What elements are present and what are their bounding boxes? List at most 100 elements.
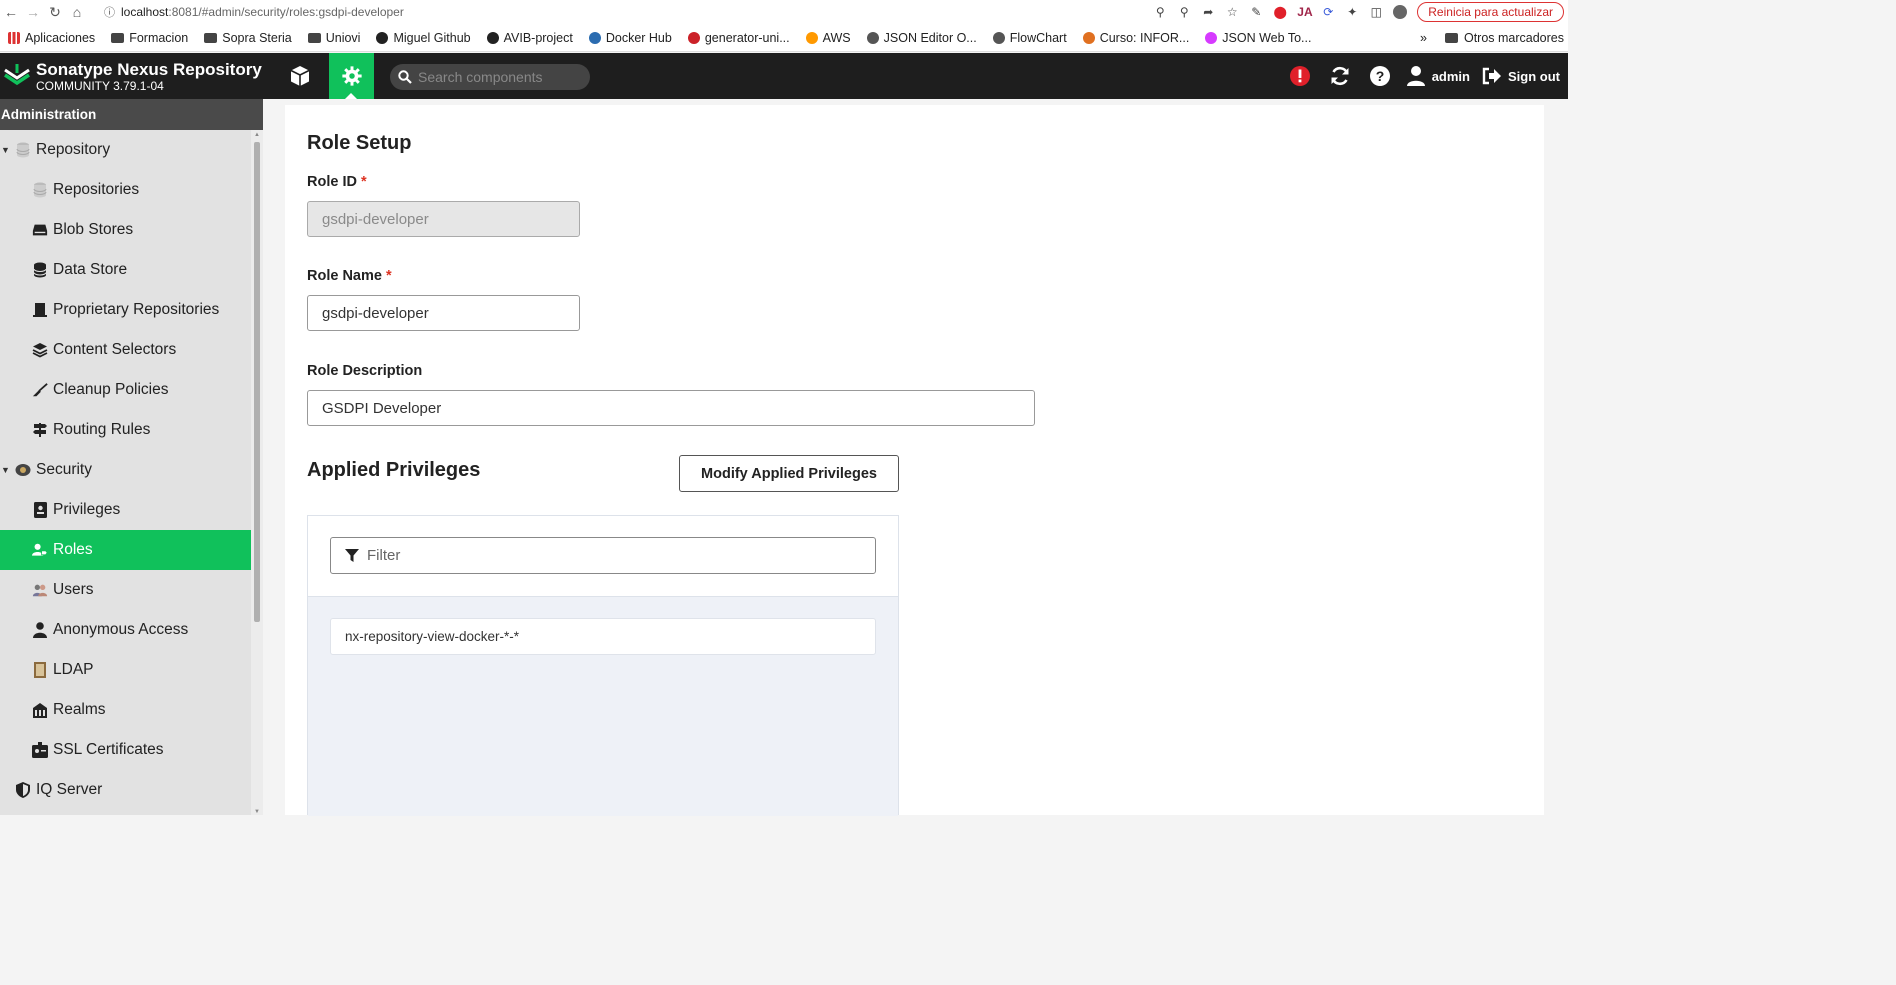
search-input[interactable] (418, 69, 588, 85)
caret-down-icon[interactable]: ▼ (1, 465, 11, 475)
bookmark-item[interactable]: AWS (798, 31, 859, 45)
sidebar-item-roles[interactable]: Roles (0, 530, 251, 570)
book-icon (32, 662, 48, 678)
sidebar-item-blob-stores[interactable]: Blob Stores (0, 210, 251, 250)
role-name-label: Role Name * (307, 268, 392, 284)
bookmark-label: Docker Hub (605, 30, 672, 45)
sidebar-item-cleanup-policies[interactable]: Cleanup Policies (0, 370, 251, 410)
sidebar-item-label: Blob Stores (53, 221, 134, 238)
bookmark-item[interactable]: Sopra Steria (196, 31, 299, 45)
extension-pen-icon[interactable]: ✎ (1249, 5, 1263, 19)
chevron-more-icon[interactable]: » (1420, 31, 1427, 45)
filter-input[interactable] (367, 547, 847, 564)
bookmark-label: Curso: INFOR... (1099, 30, 1190, 45)
sidebar-item-routing-rules[interactable]: Routing Rules (0, 410, 251, 450)
zoom-icon[interactable]: ⚲ (1177, 5, 1191, 19)
sidebar-item-label: LDAP (53, 661, 94, 678)
update-button[interactable]: Reinicia para actualizar (1417, 2, 1564, 22)
admin-sidebar: Administration ▼ Repository Repositories Bl… (0, 99, 263, 815)
sidebar-item-privileges[interactable]: Privileges (0, 490, 251, 530)
sidebar-item-security[interactable]: ▼ Security (0, 450, 251, 490)
scroll-down-arrow-icon[interactable]: ▼ (254, 809, 260, 815)
home-icon[interactable]: ⌂ (66, 4, 88, 20)
admin-mode-button[interactable] (329, 53, 374, 99)
apps-grid-icon (8, 31, 20, 44)
side-panel-icon[interactable]: ◫ (1369, 5, 1383, 19)
role-description-label: Role Description (307, 363, 423, 379)
bookmark-item[interactable]: Miguel Github (368, 31, 478, 45)
sidebar-item-users[interactable]: Users (0, 570, 251, 610)
sidebar-scrollbar[interactable]: ▲ ▼ (251, 130, 263, 815)
sidebar-item-content-selectors[interactable]: Content Selectors (0, 330, 251, 370)
system-alert-button[interactable] (1280, 53, 1320, 99)
role-name-field[interactable] (307, 295, 580, 331)
other-bookmarks[interactable]: » Otros marcadores (1420, 24, 1568, 52)
sidebar-item-label: Realms (53, 701, 106, 718)
search-box[interactable] (390, 64, 590, 90)
sidebar-item-anonymous-access[interactable]: Anonymous Access (0, 610, 251, 650)
id-badge-icon (32, 502, 48, 518)
scroll-up-arrow-icon[interactable]: ▲ (254, 132, 260, 138)
help-button[interactable]: ? (1360, 53, 1400, 99)
sidebar-item-repository[interactable]: ▼ Repository (0, 130, 251, 170)
bookmark-item[interactable]: Formacion (103, 31, 196, 45)
refresh-icon (1331, 66, 1349, 86)
star-icon[interactable]: ☆ (1225, 5, 1239, 19)
sidebar-item-data-store[interactable]: Data Store (0, 250, 251, 290)
privilege-item[interactable]: nx-repository-view-docker-*-* (330, 618, 876, 655)
sidebar-item-proprietary-repositories[interactable]: Proprietary Repositories (0, 290, 251, 330)
modify-privileges-button[interactable]: Modify Applied Privileges (679, 455, 899, 492)
username: admin (1431, 68, 1470, 84)
proprietary-icon (32, 302, 48, 318)
brand[interactable]: Sonatype Nexus Repository COMMUNITY 3.79… (0, 53, 262, 99)
extension-red-icon[interactable]: ⬤ (1273, 5, 1287, 19)
reload-icon[interactable]: ↻ (44, 4, 66, 21)
browse-mode-button[interactable] (279, 53, 321, 99)
sidebar-item-label: Content Selectors (53, 341, 177, 358)
sidebar-item-ssl-certificates[interactable]: SSL Certificates (0, 730, 251, 770)
sidebar-item-ldap[interactable]: LDAP (0, 650, 251, 690)
role-description-field[interactable] (307, 390, 1035, 426)
privileges-panel: nx-repository-view-docker-*-* (307, 515, 899, 816)
forward-arrow-icon[interactable]: → (22, 4, 44, 20)
refresh-button[interactable] (1320, 53, 1360, 99)
bookmark-item[interactable]: Aplicaciones (0, 31, 103, 45)
sidebar-item-label: Cleanup Policies (53, 381, 169, 398)
browser-address-bar: ← → ↻ ⌂ ⓘ localhost:8081/#admin/security… (0, 0, 1568, 24)
extensions-puzzle-icon[interactable]: ✦ (1345, 5, 1359, 19)
extension-blue-icon[interactable]: ⟳ (1321, 5, 1335, 19)
url-field[interactable]: ⓘ localhost:8081/#admin/security/roles:g… (104, 4, 404, 20)
bookmark-item[interactable]: generator-uni... (680, 31, 798, 45)
filter-box[interactable] (330, 537, 876, 574)
sidebar-item-repositories[interactable]: Repositories (0, 170, 251, 210)
bookmark-item[interactable]: JSON Web To... (1197, 31, 1319, 45)
caret-down-icon[interactable]: ▼ (1, 145, 11, 155)
bookmark-item[interactable]: AVIB-project (479, 31, 581, 45)
user-tag-icon (32, 542, 48, 558)
sidebar-item-realms[interactable]: Realms (0, 690, 251, 730)
sidebar-item-label: Data Store (53, 261, 128, 278)
broom-icon (32, 382, 48, 398)
bookmark-item[interactable]: Uniovi (300, 31, 369, 45)
sidebar-item-label: Roles (53, 541, 93, 558)
docker-icon (588, 31, 601, 44)
signout-button[interactable]: Sign out (1482, 67, 1568, 85)
bookmark-item[interactable]: FlowChart (985, 31, 1075, 45)
bookmark-label: AWS (822, 30, 851, 45)
scrollbar-thumb[interactable] (254, 142, 260, 622)
profile-avatar-icon[interactable] (1393, 5, 1408, 19)
bookmark-item[interactable]: Curso: INFOR... (1075, 31, 1198, 45)
bookmark-item[interactable]: Docker Hub (581, 31, 680, 45)
info-icon[interactable]: ⓘ (104, 4, 115, 20)
extension-ja-icon[interactable]: JA (1297, 5, 1312, 19)
app-version: COMMUNITY 3.79.1-04 (36, 78, 164, 93)
signpost-icon (32, 422, 48, 438)
share-icon[interactable]: ➦ (1201, 5, 1215, 19)
course-icon (1082, 31, 1095, 44)
back-arrow-icon[interactable]: ← (0, 4, 22, 20)
bookmark-item[interactable]: JSON Editor O... (859, 31, 985, 45)
bookmarks-bar: Aplicaciones Formacion Sopra Steria Uniovi M… (0, 24, 1568, 52)
user-menu[interactable]: admin (1400, 65, 1482, 87)
sidebar-item-iq-server[interactable]: IQ Server (0, 770, 251, 810)
key-icon[interactable]: ⚲ (1153, 5, 1167, 19)
